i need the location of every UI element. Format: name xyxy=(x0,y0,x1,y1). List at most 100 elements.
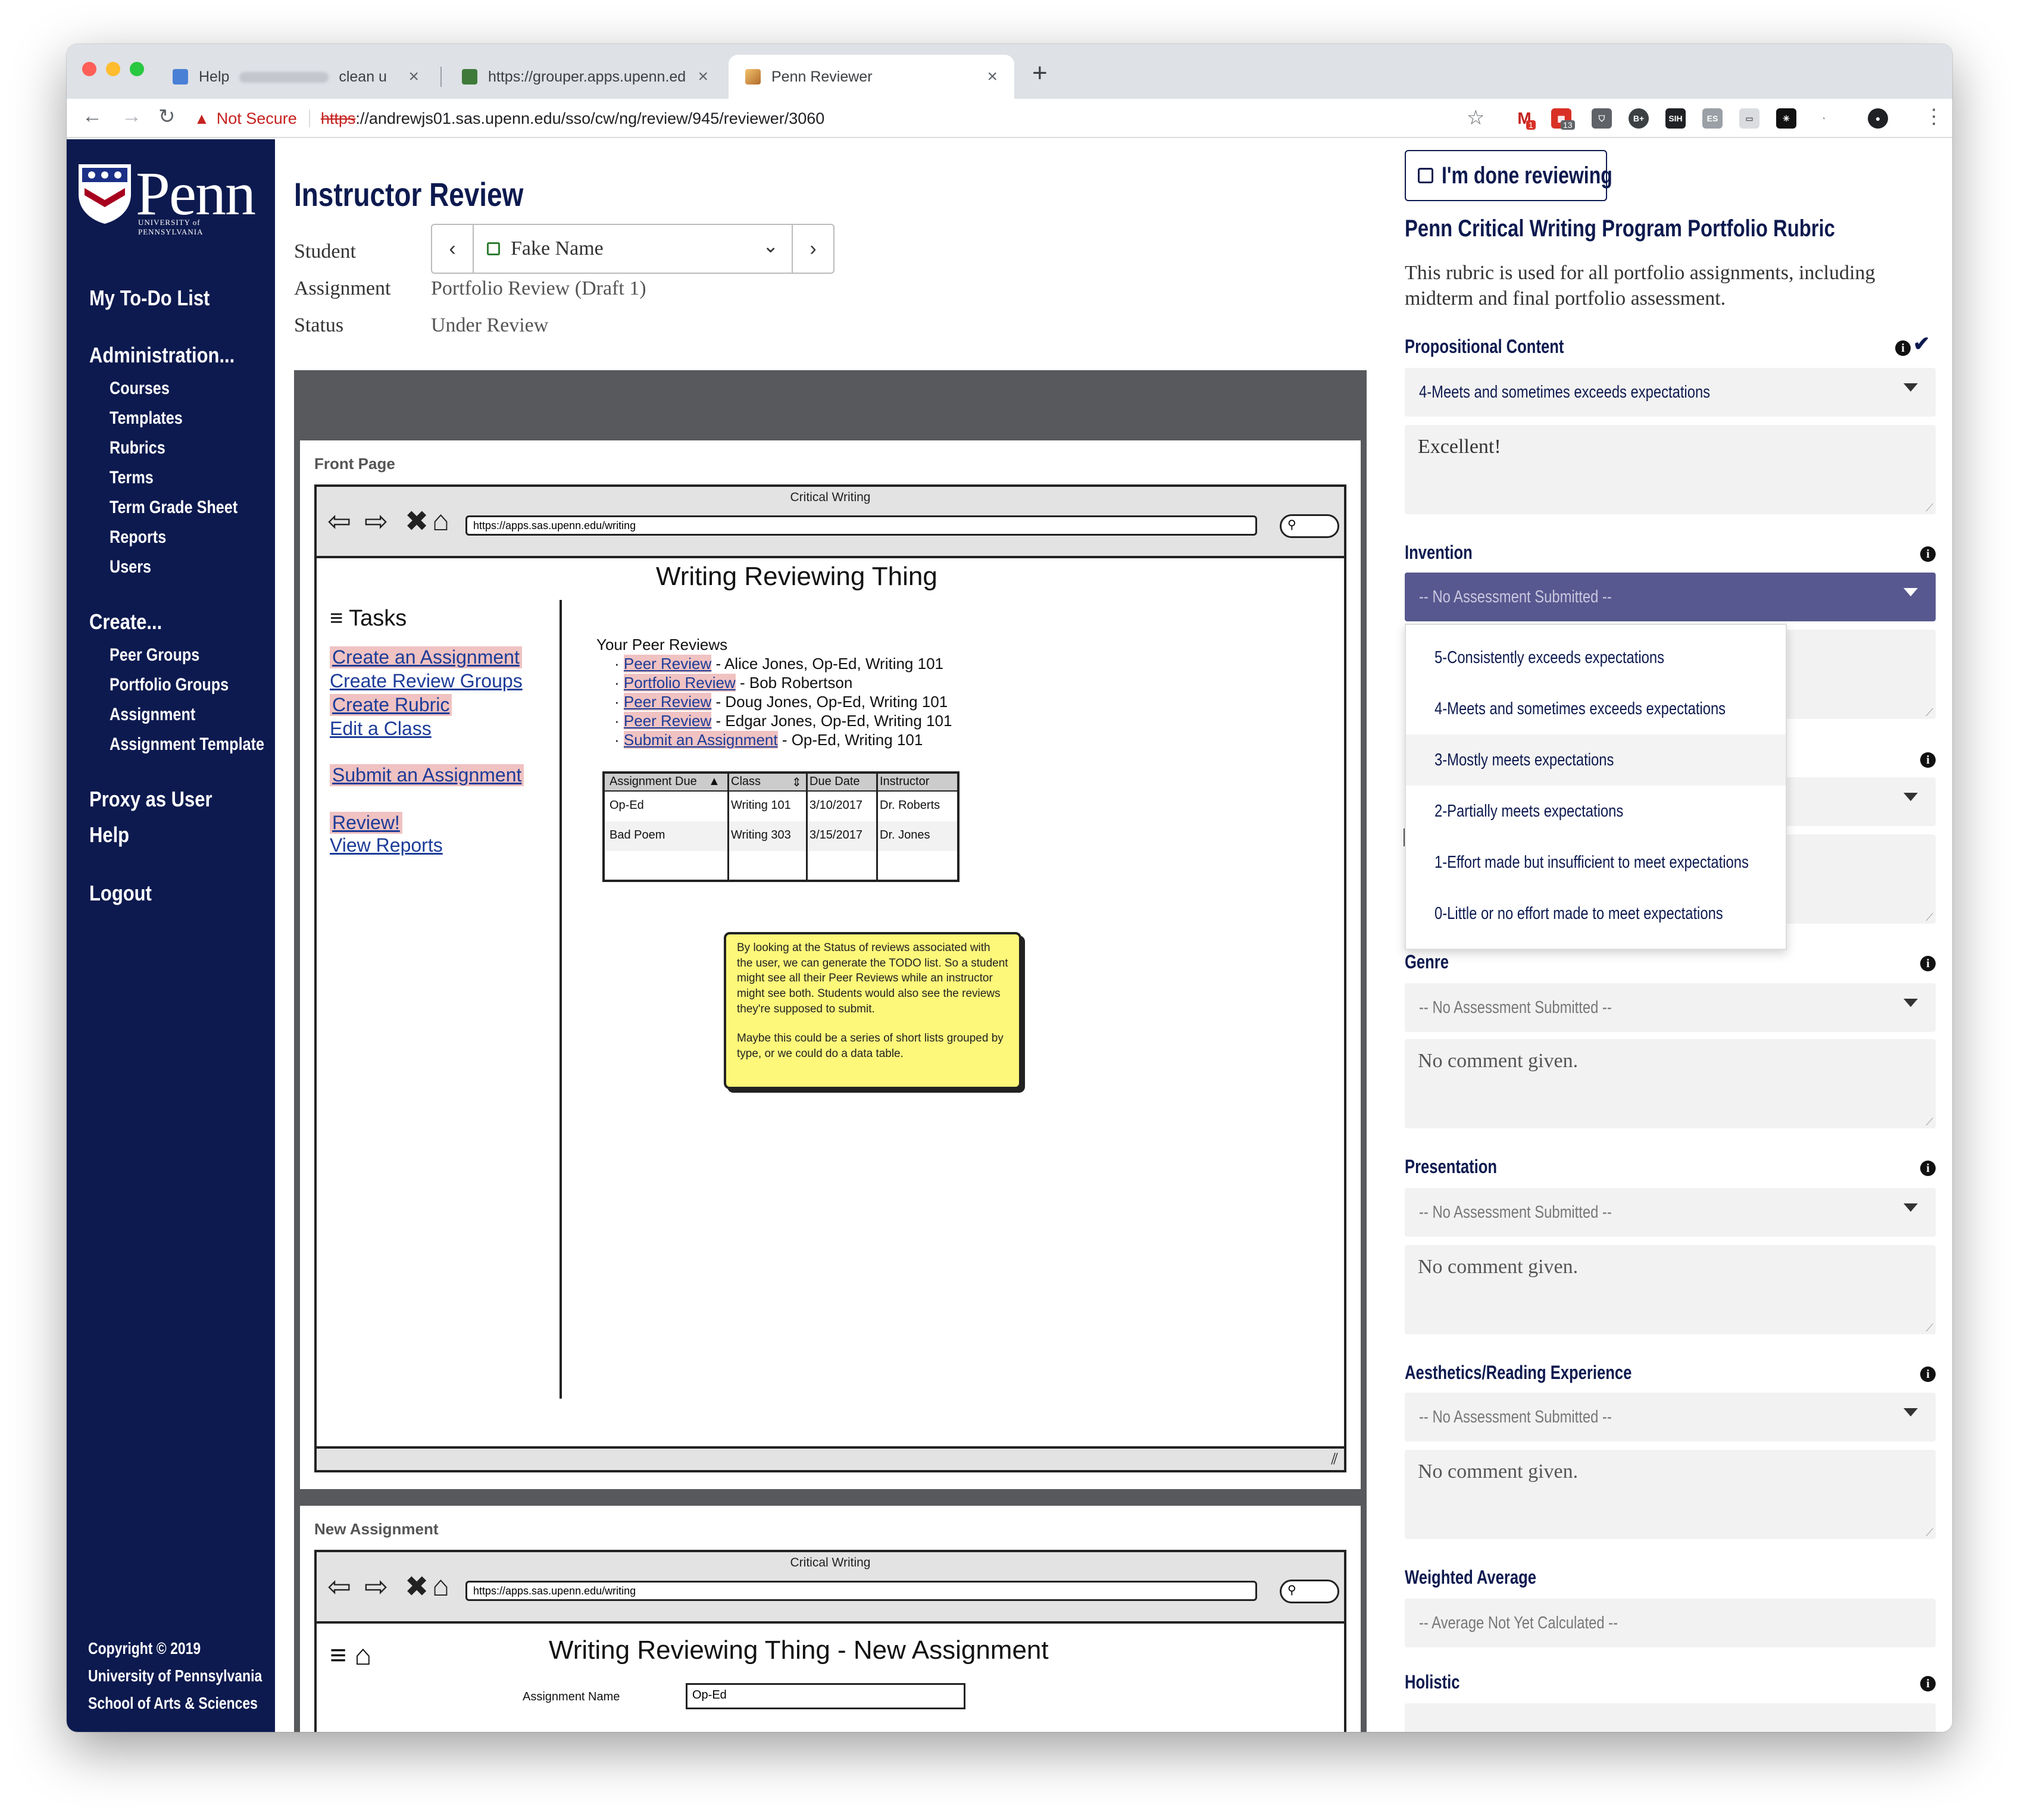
nav-rubrics[interactable]: Rubrics xyxy=(110,438,165,458)
criterion-select-aesthetics[interactable]: -- No Assessment Submitted -- xyxy=(1405,1393,1936,1441)
criterion-comment-presentation[interactable]: No comment given. ⟋ xyxy=(1405,1245,1936,1334)
table-column-line xyxy=(806,774,808,880)
bplus-extension-icon[interactable]: B+ xyxy=(1629,108,1649,129)
nav-create[interactable]: Create... xyxy=(89,609,162,634)
dropdown-option-5[interactable]: 5-Consistently exceeds expectations xyxy=(1406,632,1786,683)
dropdown-option-3[interactable]: 3-Mostly meets expectations xyxy=(1406,734,1786,786)
nav-todo-list[interactable]: My To-Do List xyxy=(89,286,210,311)
caret-down-icon xyxy=(1904,793,1918,801)
wireframe-field: Op-Ed xyxy=(686,1683,965,1709)
url-field[interactable]: ▲ Not Secure https ://andrewjs01.sas.upe… xyxy=(194,102,1581,135)
close-tab-icon[interactable]: × xyxy=(698,67,708,87)
wireframe-url: https://apps.sas.upenn.edu/writing xyxy=(465,1581,1257,1601)
done-reviewing-button[interactable]: I'm done reviewing xyxy=(1405,150,1612,201)
nav-users[interactable]: Users xyxy=(110,557,151,577)
nav-reports[interactable]: Reports xyxy=(110,527,166,548)
criterion-comment-genre[interactable]: No comment given. ⟋ xyxy=(1405,1039,1936,1128)
page-label: Front Page xyxy=(314,455,395,473)
previous-student-chevron-icon[interactable]: ‹ xyxy=(432,225,474,273)
new-tab-button[interactable]: + xyxy=(1032,58,1048,88)
tab-help[interactable]: Help clean u × xyxy=(156,55,436,99)
criterion-comment-propositional-content[interactable]: Excellent! ⟋ xyxy=(1405,425,1936,514)
penn-logo[interactable]: Penn UNIVERSITY of PENNSYLVANIA xyxy=(76,160,267,236)
criterion-select-genre[interactable]: -- No Assessment Submitted -- xyxy=(1405,983,1936,1032)
tab-grouper[interactable]: https://grouper.apps.upenn.ed × xyxy=(445,55,725,99)
criterion-select-invention[interactable]: -- No Assessment Submitted -- xyxy=(1405,573,1936,621)
info-icon[interactable]: i xyxy=(1895,340,1911,356)
es-extension-icon[interactable]: ES xyxy=(1702,108,1723,129)
nav-peer-groups[interactable]: Peer Groups xyxy=(110,645,199,665)
minimize-window-button[interactable] xyxy=(106,62,120,76)
dropdown-option-2[interactable]: 2-Partially meets expectations xyxy=(1406,786,1786,837)
dropdown-option-0[interactable]: 0-Little or no effort made to meet expec… xyxy=(1406,888,1786,939)
dropdown-option-1[interactable]: 1-Effort made but insufficient to meet e… xyxy=(1406,837,1786,888)
wireframe-link-review: Review! xyxy=(330,812,402,834)
info-icon[interactable]: i xyxy=(1920,1366,1936,1382)
browser-menu-icon[interactable]: ⋮ xyxy=(1924,105,1944,129)
nav-term-grade-sheet[interactable]: Term Grade Sheet xyxy=(110,498,237,518)
wireframe-link-create-review-groups: Create Review Groups xyxy=(330,670,523,692)
done-reviewing-checkbox[interactable] xyxy=(1418,168,1433,183)
info-icon[interactable]: i xyxy=(1920,752,1936,768)
wireframe-field-label: Assignment Name xyxy=(523,1690,620,1703)
dropdown-option-4[interactable]: 4-Meets and sometimes exceeds expectatio… xyxy=(1406,683,1786,734)
maximize-window-button[interactable] xyxy=(130,62,144,76)
nav-assignment-template[interactable]: Assignment Template xyxy=(110,734,264,755)
nav-terms[interactable]: Terms xyxy=(110,468,154,488)
nav-courses[interactable]: Courses xyxy=(110,379,170,399)
back-arrow-icon[interactable]: ← xyxy=(82,105,102,128)
close-tab-icon[interactable]: × xyxy=(408,67,419,87)
criterion-label-presentation: Presentation xyxy=(1405,1156,1498,1177)
criterion-comment-aesthetics[interactable]: No comment given. ⟋ xyxy=(1405,1450,1936,1539)
nav-assignment[interactable]: Assignment xyxy=(110,705,195,725)
info-icon[interactable]: i xyxy=(1920,956,1936,971)
page-label: New Assignment xyxy=(314,1520,439,1538)
reload-icon[interactable]: ↻ xyxy=(158,105,176,129)
message-extension-icon[interactable]: ▭ xyxy=(1739,108,1759,129)
criterion-select-propositional-content[interactable]: 4-Meets and sometimes exceeds expectatio… xyxy=(1405,368,1936,417)
peer-review-item: · Portfolio Review - Bob Robertson xyxy=(614,674,853,692)
student-select[interactable]: Fake Name ⌄ xyxy=(474,225,793,273)
table-cell: Dr. Jones xyxy=(880,828,930,842)
timer-extension-icon[interactable]: ◔ xyxy=(1813,108,1833,129)
wireframe-link-edit-class: Edit a Class xyxy=(330,718,432,739)
invention-dropdown-menu: 5-Consistently exceeds expectations 4-Me… xyxy=(1405,624,1787,950)
table-header-cell: Instructor xyxy=(880,775,930,788)
wireframe-window-title: Critical Writing xyxy=(790,1556,871,1569)
profile-avatar[interactable]: ● xyxy=(1868,108,1888,129)
info-icon[interactable]: i xyxy=(1920,1161,1936,1176)
nav-proxy-as-user[interactable]: Proxy as User xyxy=(89,787,212,812)
resize-grip-icon[interactable]: ⟋ xyxy=(1926,502,1933,514)
resize-grip-icon[interactable]: ⟋ xyxy=(1926,706,1933,719)
criterion-select-holistic[interactable] xyxy=(1405,1703,1936,1732)
document-viewer[interactable]: Front Page Critical Writing ⇦ ⇨ ✖ ⌂ http… xyxy=(294,370,1367,1732)
url-scheme: https xyxy=(320,109,356,127)
resize-grip-icon[interactable]: ⟋ xyxy=(1926,1322,1933,1334)
sih-extension-icon[interactable]: SIH xyxy=(1665,108,1686,129)
forward-arrow-icon[interactable]: → xyxy=(121,105,142,128)
info-icon[interactable]: i xyxy=(1920,1676,1936,1691)
wireframe-browser-chrome: Critical Writing ⇦ ⇨ ✖ ⌂ https://apps.sa… xyxy=(317,1552,1344,1624)
criterion-label-aesthetics: Aesthetics/Reading Experience xyxy=(1405,1362,1632,1383)
sidebar: Penn UNIVERSITY of PENNSYLVANIA My To-Do… xyxy=(67,139,275,1732)
resize-grip-icon[interactable]: ⟋ xyxy=(1926,1116,1933,1128)
nav-logout[interactable]: Logout xyxy=(89,881,152,906)
resize-grip-icon[interactable]: ⟋ xyxy=(1926,1527,1933,1539)
tab-strip: Help clean u × https://grouper.apps.upen… xyxy=(67,44,1952,99)
nav-portfolio-groups[interactable]: Portfolio Groups xyxy=(110,675,229,695)
next-student-chevron-icon[interactable]: › xyxy=(792,225,833,273)
pocket-extension-icon[interactable]: ⛉ xyxy=(1592,108,1612,129)
close-tab-icon[interactable]: × xyxy=(987,67,998,87)
sparkle-extension-icon[interactable]: ✳ xyxy=(1776,108,1796,129)
info-icon[interactable]: i xyxy=(1920,546,1936,562)
warning-triangle-icon: ▲ xyxy=(194,109,210,127)
resize-grip-icon[interactable]: ⟋ xyxy=(1926,911,1933,924)
nav-help[interactable]: Help xyxy=(89,823,129,848)
criterion-select-presentation[interactable]: -- No Assessment Submitted -- xyxy=(1405,1188,1936,1237)
bookmark-star-icon[interactable]: ☆ xyxy=(1467,106,1484,130)
nav-administration[interactable]: Administration... xyxy=(89,343,235,368)
nav-templates[interactable]: Templates xyxy=(110,408,183,429)
tab-penn-reviewer[interactable]: Penn Reviewer × xyxy=(729,55,1014,99)
close-window-button[interactable] xyxy=(82,62,96,76)
sticky-note: By looking at the Status of reviews asso… xyxy=(724,932,1021,1089)
